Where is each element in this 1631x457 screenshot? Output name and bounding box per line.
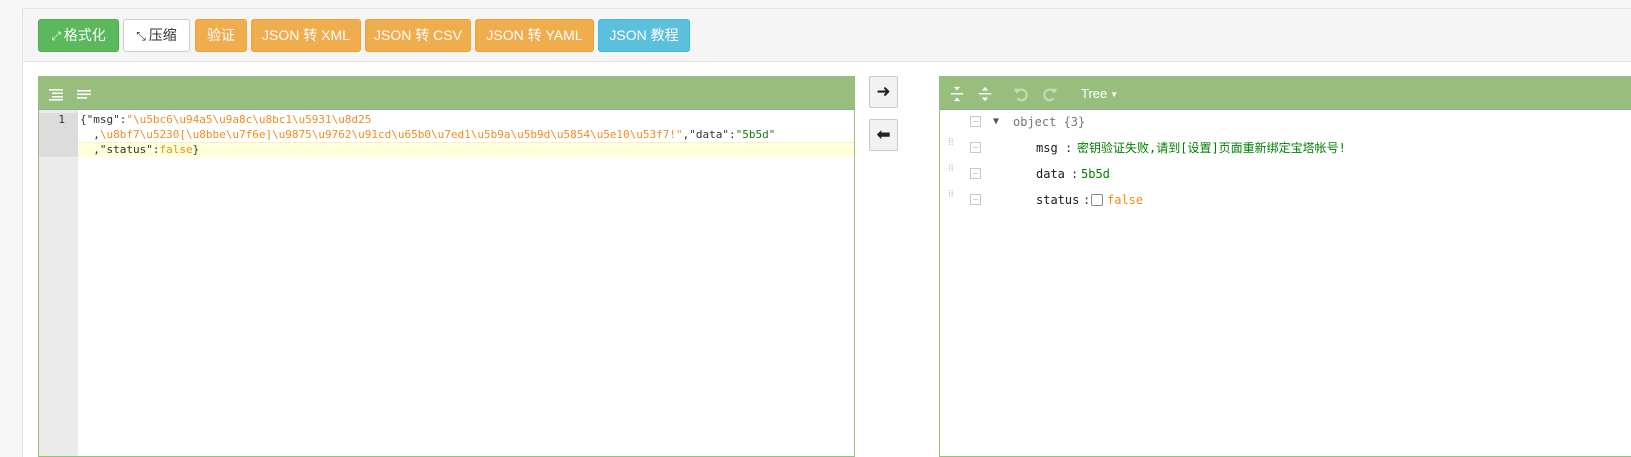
code-editor-panel: 1 {"msg":"\u5bc6\u94a5\u9a8c\u8bc1\u5931… — [38, 76, 855, 457]
tree-editor-header: Tree ▼ — [940, 77, 1631, 110]
boolean-checkbox[interactable] — [1091, 194, 1103, 206]
compress-icon: ⤡ — [136, 29, 146, 43]
expand-icon: ⤢ — [51, 29, 61, 43]
tree-editor-panel: Tree ▼ ▼ object {3} ⁞⁞ msg : 密钥验证失败,请到[设置… — [939, 76, 1631, 457]
context-menu-button[interactable] — [970, 116, 981, 127]
collapse-all-icon[interactable] — [976, 86, 994, 102]
format-indent-icon[interactable] — [47, 86, 65, 102]
arrow-right-icon: ➜ — [876, 82, 891, 101]
compact-icon[interactable] — [75, 86, 93, 102]
code-text[interactable]: {"msg":"\u5bc6\u94a5\u9a8c\u8bc1\u5931\u… — [80, 112, 775, 157]
drag-handle-icon[interactable]: ⁞⁞ — [948, 164, 958, 181]
mode-selector[interactable]: Tree ▼ — [1081, 85, 1118, 103]
tree-field-row[interactable]: ⁞⁞ msg : 密钥验证失败,请到[设置]页面重新绑定宝塔帐号! — [940, 136, 1630, 160]
redo-icon[interactable] — [1041, 86, 1059, 102]
copy-to-code-button[interactable]: ⬅ — [869, 119, 898, 151]
json-tutorial-button[interactable]: JSON 教程 — [598, 19, 690, 52]
json-to-yaml-button[interactable]: JSON 转 YAML — [475, 19, 594, 52]
context-menu-button[interactable] — [970, 168, 981, 179]
context-menu-button[interactable] — [970, 142, 981, 153]
json-to-xml-button[interactable]: JSON 转 XML — [251, 19, 361, 52]
undo-icon[interactable] — [1012, 86, 1030, 102]
tree-root-row[interactable]: ▼ object {3} — [940, 110, 1630, 134]
drag-handle-icon[interactable]: ⁞⁞ — [948, 190, 958, 207]
copy-to-tree-button[interactable]: ➜ — [869, 76, 898, 108]
caret-down-icon: ▼ — [1110, 90, 1119, 100]
compress-button[interactable]: ⤡ 压缩 — [123, 19, 190, 52]
line-number: 1 — [39, 113, 78, 157]
expand-all-icon[interactable] — [948, 86, 966, 102]
format-button[interactable]: ⤢ 格式化 — [38, 19, 119, 52]
line-gutter — [39, 110, 78, 456]
tree-field-row[interactable]: ⁞⁞ status : false — [940, 188, 1630, 212]
toolbar: ⤢ 格式化 ⤡ 压缩 验证 JSON 转 XML JSON 转 CSV JSON 转… — [22, 8, 1631, 62]
drag-handle-icon[interactable]: ⁞⁞ — [948, 138, 958, 155]
collapse-toggle-icon[interactable]: ▼ — [993, 110, 999, 134]
arrow-left-icon: ⬅ — [876, 125, 891, 144]
tree-field-row[interactable]: ⁞⁞ data : 5b5d — [940, 162, 1630, 186]
context-menu-button[interactable] — [970, 194, 981, 205]
json-to-csv-button[interactable]: JSON 转 CSV — [365, 19, 471, 52]
validate-button[interactable]: 验证 — [195, 19, 247, 52]
code-editor-header — [39, 77, 854, 110]
